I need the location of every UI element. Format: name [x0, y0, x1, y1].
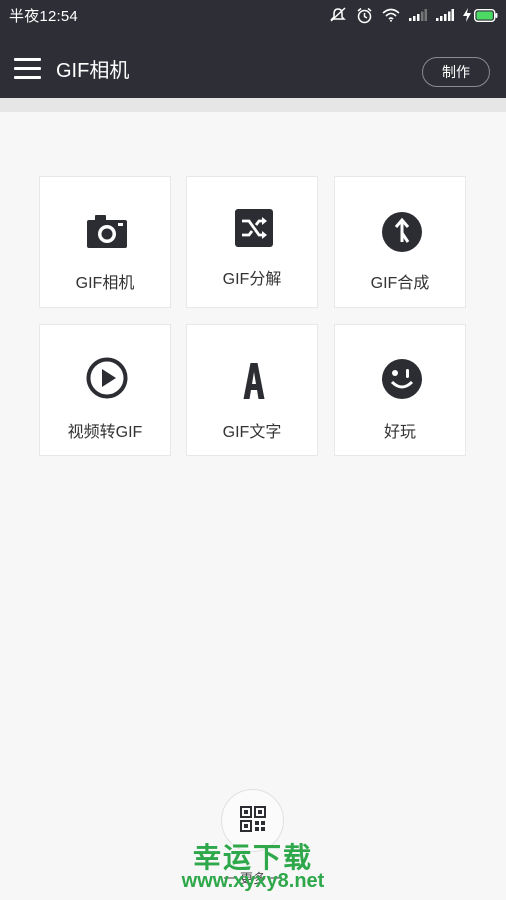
- shuffle-icon: [235, 209, 273, 247]
- tile-gif-camera[interactable]: GIF相机: [39, 176, 171, 308]
- mute-icon: [330, 7, 346, 22]
- qr-code-icon: [240, 806, 266, 832]
- tile-label: 好玩: [383, 424, 416, 441]
- signal-icon: [436, 9, 454, 21]
- signal-icon: [409, 9, 427, 21]
- menu-icon[interactable]: [14, 58, 42, 80]
- battery-icon: [474, 8, 498, 22]
- tile-label: GIF相机: [75, 275, 135, 292]
- battery-group: [463, 8, 498, 22]
- smiley-icon: [382, 359, 422, 399]
- tile-label: GIF合成: [370, 275, 430, 292]
- app-toolbar: GIF相机 制作: [0, 30, 506, 98]
- charging-icon: [463, 8, 471, 22]
- play-icon: [86, 357, 128, 399]
- tile-fun[interactable]: 好玩: [334, 324, 466, 456]
- tile-label: GIF分解: [222, 271, 282, 288]
- tile-gif-split[interactable]: GIF分解: [186, 176, 318, 308]
- status-bar: 半夜12:54: [0, 0, 506, 30]
- status-icons: [329, 7, 498, 24]
- camera-icon: [87, 215, 127, 248]
- tile-video-to-gif[interactable]: 视频转GIF: [39, 324, 171, 456]
- letter-a-icon: [243, 363, 265, 399]
- tile-label: 视频转GIF: [67, 424, 143, 441]
- tile-gif-merge[interactable]: GIF合成: [334, 176, 466, 308]
- alarm-icon: [357, 7, 372, 23]
- tile-gif-text[interactable]: GIF文字: [186, 324, 318, 456]
- make-button[interactable]: 制作: [422, 57, 490, 87]
- watermark-url: www.xyxy8.net: [181, 870, 325, 892]
- tile-label: GIF文字: [222, 424, 282, 441]
- wifi-icon: [382, 8, 400, 22]
- toolbar-divider: [0, 98, 506, 112]
- page-title: GIF相机: [56, 60, 130, 82]
- status-time: 半夜12:54: [9, 7, 78, 25]
- merge-icon: [382, 212, 422, 252]
